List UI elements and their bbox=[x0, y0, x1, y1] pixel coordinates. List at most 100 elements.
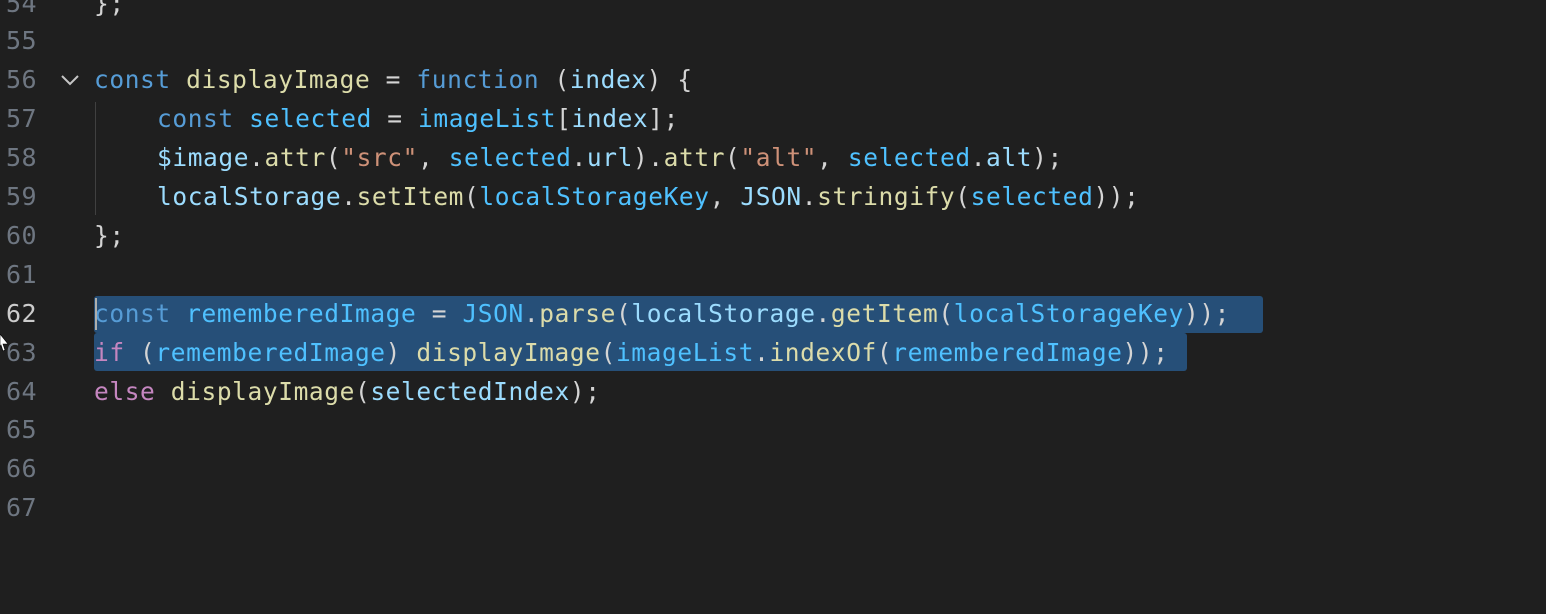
token: ) { bbox=[646, 65, 693, 94]
line-number: 66 bbox=[6, 454, 38, 483]
code-line[interactable]: 60 }; bbox=[0, 216, 1546, 255]
token: localStorageKey bbox=[479, 182, 710, 211]
token: alt bbox=[986, 143, 1033, 172]
token: . bbox=[341, 182, 357, 211]
code-text[interactable]: const rememberedImage = JSON.parse(local… bbox=[94, 294, 1230, 333]
code-text[interactable]: const selected = imageList[index]; bbox=[94, 99, 679, 138]
token: getItem bbox=[830, 299, 939, 328]
line-number: 55 bbox=[6, 26, 38, 55]
token: "alt" bbox=[740, 143, 818, 172]
token: ). bbox=[632, 143, 664, 172]
token: $image bbox=[157, 143, 250, 172]
token: ); bbox=[569, 377, 601, 406]
token: localStorage bbox=[631, 299, 816, 328]
token: . bbox=[571, 143, 587, 172]
token: ( bbox=[938, 299, 954, 328]
token: ( bbox=[464, 182, 480, 211]
line-number: 64 bbox=[6, 377, 38, 406]
token: index bbox=[569, 65, 647, 94]
chevron-down-icon[interactable] bbox=[58, 60, 82, 99]
token: = bbox=[370, 65, 417, 94]
code-line[interactable]: 58 $image.attr("src", selected.url).attr… bbox=[0, 138, 1546, 177]
token: . bbox=[970, 143, 987, 172]
code-text[interactable]: $image.attr("src", selected.url).attr("a… bbox=[94, 138, 1063, 177]
token: . bbox=[523, 299, 540, 328]
code-text[interactable]: const displayImage = function (index) { bbox=[94, 60, 693, 99]
token: }; bbox=[94, 0, 125, 18]
line-number: 54 bbox=[6, 0, 38, 18]
token: localStorageKey bbox=[953, 299, 1184, 328]
token: ); bbox=[1032, 143, 1063, 172]
token: const bbox=[94, 65, 171, 94]
token: ( bbox=[725, 143, 741, 172]
token: setItem bbox=[356, 182, 465, 211]
token: function bbox=[416, 65, 540, 94]
token: rememberedImage bbox=[155, 338, 386, 367]
token: displayImage bbox=[416, 338, 601, 367]
token: , bbox=[418, 143, 449, 172]
code-text[interactable]: localStorage.setItem(localStorageKey, JS… bbox=[94, 177, 1140, 216]
line-number: 59 bbox=[6, 182, 38, 211]
code-text[interactable]: }; bbox=[94, 0, 125, 23]
code-line-active[interactable]: 62 const rememberedImage = JSON.parse(lo… bbox=[0, 294, 1546, 333]
code-text[interactable]: }; bbox=[94, 216, 125, 255]
token: imageList bbox=[615, 338, 755, 367]
token: rememberedImage bbox=[892, 338, 1123, 367]
token: = bbox=[416, 299, 463, 328]
token: if bbox=[94, 338, 125, 367]
code-line[interactable]: 67 bbox=[0, 488, 1546, 527]
token: )); bbox=[1122, 338, 1169, 367]
token: attr bbox=[264, 143, 326, 172]
code-line[interactable]: 59 localStorage.setItem(localStorageKey,… bbox=[0, 177, 1546, 216]
token: , bbox=[817, 143, 848, 172]
line-number: 65 bbox=[6, 415, 38, 444]
code-line[interactable]: 66 bbox=[0, 449, 1546, 488]
token: ]; bbox=[648, 104, 679, 133]
token: imageList bbox=[418, 104, 557, 133]
token: localStorage bbox=[157, 182, 342, 211]
token: )); bbox=[1183, 299, 1231, 328]
token: stringify bbox=[817, 182, 956, 211]
code-line[interactable]: 54 }; bbox=[0, 0, 1546, 23]
token: const bbox=[94, 299, 171, 328]
token: rememberedImage bbox=[186, 299, 417, 328]
token: "src" bbox=[341, 143, 418, 172]
line-number-active: 62 bbox=[6, 299, 38, 328]
token: selected bbox=[448, 143, 572, 172]
token: ( bbox=[325, 143, 342, 172]
token: selected bbox=[970, 182, 1094, 211]
code-editor[interactable]: 54 }; 55 56 const displayImage = functio… bbox=[0, 0, 1546, 614]
code-text[interactable]: else displayImage(selectedIndex); bbox=[94, 372, 601, 411]
code-line[interactable]: 64 else displayImage(selectedIndex); bbox=[0, 372, 1546, 411]
code-text[interactable]: if (rememberedImage) displayImage(imageL… bbox=[94, 333, 1169, 372]
token: ( bbox=[539, 65, 570, 94]
token: . bbox=[801, 182, 818, 211]
code-line[interactable]: 55 bbox=[0, 21, 1546, 60]
code-line[interactable]: 56 const displayImage = function (index)… bbox=[0, 60, 1546, 99]
token: attr bbox=[663, 143, 726, 172]
token: ( bbox=[354, 377, 371, 406]
token: ) bbox=[385, 338, 417, 367]
line-number: 61 bbox=[6, 260, 38, 289]
token: = bbox=[371, 104, 418, 133]
token: parse bbox=[539, 299, 616, 328]
token: ( bbox=[124, 338, 156, 367]
code-line[interactable]: 65 bbox=[0, 410, 1546, 449]
line-number: 67 bbox=[6, 493, 38, 522]
code-line[interactable]: 61 bbox=[0, 255, 1546, 294]
token: ( bbox=[615, 299, 632, 328]
line-number: 56 bbox=[6, 65, 38, 94]
text-cursor bbox=[95, 298, 97, 330]
token: ( bbox=[600, 338, 616, 367]
code-line[interactable]: 57 const selected = imageList[index]; bbox=[0, 99, 1546, 138]
token: . bbox=[754, 338, 770, 367]
token: selected bbox=[249, 104, 372, 133]
token: JSON bbox=[740, 182, 802, 211]
line-number: 63 bbox=[6, 338, 38, 367]
line-number: 57 bbox=[6, 104, 38, 133]
token: indexOf bbox=[769, 338, 877, 367]
code-line[interactable]: 63 if (rememberedImage) displayImage(ima… bbox=[0, 333, 1546, 372]
